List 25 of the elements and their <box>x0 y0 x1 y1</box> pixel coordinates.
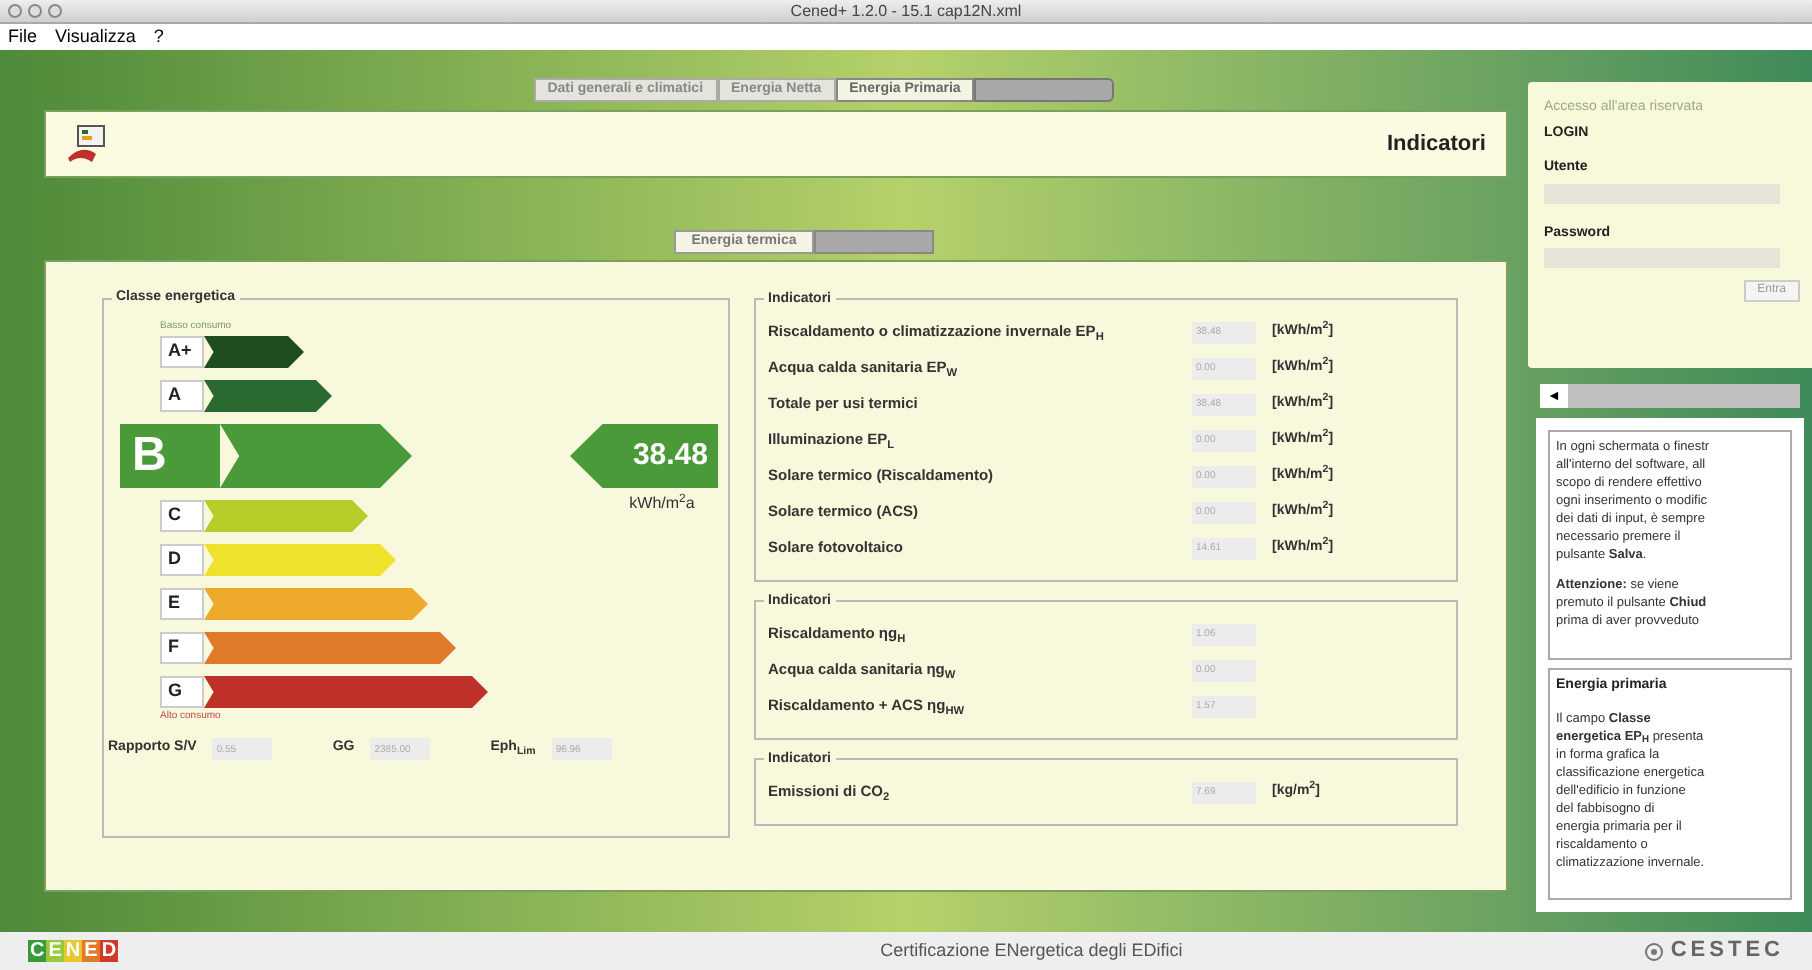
menu-item[interactable]: File <box>8 23 38 51</box>
menu-item[interactable]: Visualizza <box>55 23 136 51</box>
menu-item[interactable]: ? <box>153 23 164 51</box>
zoom-icon[interactable] <box>48 4 62 18</box>
footer-text: Certificazione ENergetica degli EDifici <box>880 937 1183 964</box>
class-label: F <box>160 632 204 664</box>
close-icon[interactable] <box>8 4 22 18</box>
class-label: A <box>160 380 204 412</box>
class-unit: kWh/m$^{2}$a <box>629 492 695 516</box>
cestec-logo: CESTEC <box>1670 936 1784 967</box>
page-title: Indicatori <box>1386 129 1486 160</box>
class-value: 38.48 <box>570 424 718 488</box>
class-label: E <box>160 588 204 620</box>
cened-logo: CENED <box>28 940 119 962</box>
class-label: G <box>160 676 204 708</box>
tab[interactable] <box>974 78 1115 102</box>
cestec-logo-icon <box>1644 941 1665 961</box>
class-label: B <box>120 424 220 488</box>
class-label-icon <box>66 124 110 164</box>
window-title: Cened+ 1.2.0 - 15.1 cap12N.xml <box>790 3 1022 19</box>
tab[interactable] <box>814 230 935 254</box>
class-label: C <box>160 500 204 532</box>
minimize-icon[interactable] <box>28 4 42 18</box>
class-label: A+ <box>160 336 204 368</box>
class-label: D <box>160 544 204 576</box>
